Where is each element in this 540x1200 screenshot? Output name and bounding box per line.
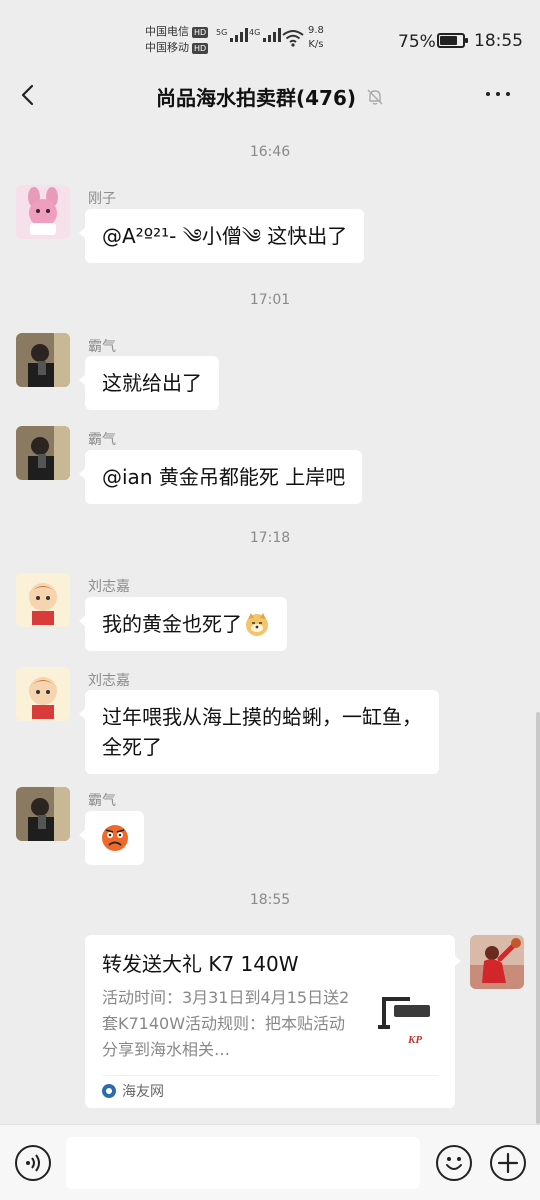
voice-icon [26,1154,40,1172]
input-bar [0,1124,540,1200]
emoji-button[interactable] [436,1145,472,1181]
card-title: 转发送大礼 K7 140W [102,952,299,976]
sender-name: 刚子 [88,191,116,207]
timestamp: 17:18 [249,530,291,546]
message-bubble[interactable]: 过年喂我从海上摸的蛤蜊，一缸鱼，全死了 [79,690,439,774]
battery-fill [440,36,457,45]
card-source-label: 海友网 [122,1084,164,1100]
sender-name: 霸气 [88,432,116,448]
status-time: 18:55 [474,31,523,51]
bell-off-icon [367,89,383,105]
more-dots-icon[interactable] [486,92,510,96]
signal-4g-icon: 4G [249,28,282,42]
avatar[interactable] [16,787,70,841]
avatar-cartoon-boy-image [16,573,70,627]
my-avatar[interactable] [470,935,524,989]
timestamp: 16:46 [249,144,291,160]
carrier-info: 中国电信 HD 中国移动 HD [145,24,209,56]
card-thumbnail-image: KP [368,991,448,1057]
chat-header: 尚品海水拍卖群(476) [0,70,540,120]
scrollbar[interactable] [536,712,540,1124]
avatar[interactable] [16,333,70,387]
hd-badge: HD [192,42,209,54]
angry-face-emoji-icon [102,825,128,851]
card-source: 海友网 [102,1081,164,1101]
message-bubble[interactable]: @A²º²¹- ༄小僧༄ 这快出了 [78,209,365,263]
card-description: 活动时间：3月31日到4月15日送2套K7140W活动规则：把本贴活动分享到海水… [102,988,350,1059]
message-input[interactable] [66,1137,420,1189]
message-bubble[interactable]: 这就给出了 [79,356,219,410]
more-functions-button[interactable] [490,1145,526,1181]
network-label: 4G [249,28,261,37]
doge-emoji-icon [246,613,268,636]
timestamp: 17:01 [249,292,291,308]
avatar[interactable] [16,667,70,721]
sender-name: 霸气 [88,793,116,809]
voice-input-button[interactable] [15,1145,51,1181]
chat-title-bar: 尚品海水拍卖群(476) [0,82,540,111]
battery-icon [437,33,468,48]
share-link-card[interactable]: 转发送大礼 K7 140W 活动时间：3月31日到4月15日送2套K7140W活… [85,935,461,1108]
avatar-selfie-image [16,333,70,387]
avatar-selfie-image [16,787,70,841]
message-text: 我的黄金也死了 [102,612,242,636]
carrier-name: 中国移动 [145,41,189,54]
sender-name: 霸气 [88,339,116,355]
card-divider [102,1075,438,1076]
speed-value: 9.8 [308,25,324,36]
network-label: 5G [216,28,228,37]
timestamp: 18:55 [249,892,291,908]
avatar-basketball-image [470,935,524,989]
thumb-logo-text: KP [407,1034,422,1046]
sticker-bubble[interactable] [79,811,144,865]
message-bubble[interactable]: @ian 黄金吊都能死 上岸吧 [78,450,363,504]
avatar-pink-toy-image [16,185,70,239]
avatar[interactable] [16,573,70,627]
avatar[interactable] [16,185,70,239]
carrier-name: 中国电信 [145,25,189,38]
sender-name: 刘志嘉 [88,673,130,689]
signal-5g-icon: 5G [216,28,249,42]
sender-name: 刘志嘉 [88,579,130,595]
avatar-cartoon-boy-image [16,667,70,721]
chat-title: 尚品海水拍卖群(476) [155,86,357,110]
battery-percent: 75% [398,32,436,52]
message-bubble[interactable]: 我的黄金也死了 [79,597,287,651]
avatar[interactable] [16,426,70,480]
network-speed: 9.8 K/s [308,24,324,52]
wifi-icon [282,30,304,47]
smiley-icon [446,1157,462,1170]
source-app-icon [102,1084,116,1098]
avatar-selfie-image [16,426,70,480]
hd-badge: HD [192,26,209,38]
plus-icon [497,1152,519,1174]
status-bar: 中国电信 HD 中国移动 HD 5G 4G 9.8 K/s 75% 18:55 [0,0,540,70]
speed-unit: K/s [308,39,324,50]
